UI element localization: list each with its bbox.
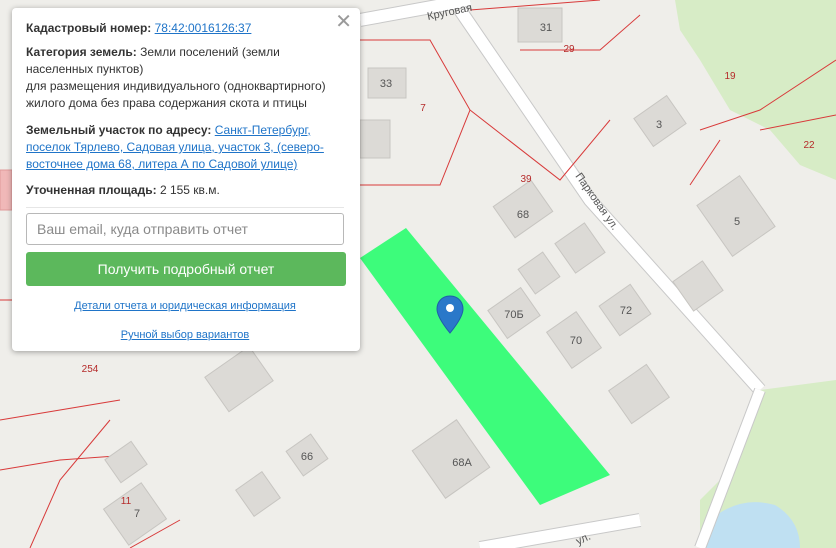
building-edge [0,169,13,211]
area-row: Уточненная площадь: 2 155 кв.м. [26,182,344,199]
building-label: 33 [380,78,392,90]
plot-label: 11 [121,496,132,507]
details-row: Детали отчета и юридическая информация [26,300,344,312]
parcel-info-popup: ✕ Кадастровый номер: 78:42:0016126:37 Ка… [12,8,360,351]
plot-label: 254 [82,364,99,375]
building-label: 31 [540,22,552,34]
building-label: 68 [517,209,529,221]
plot-label: 7 [420,103,426,114]
building-label: 3 [656,119,662,131]
cadastral-number-label: Кадастровый номер: [26,21,152,35]
cadastral-number-row: Кадастровый номер: 78:42:0016126:37 [26,20,344,37]
building-label: 72 [620,305,632,317]
cadastral-number-link[interactable]: 78:42:0016126:37 [155,21,252,35]
building-label: 70 [570,335,582,347]
land-category-label: Категория земель: [26,45,137,59]
land-category-row: Категория земель: Земли поселений (земли… [26,44,344,112]
report-details-link[interactable]: Детали отчета и юридическая информация [74,300,296,312]
land-category-value: жилого дома без права содержания скота и… [26,96,307,110]
building-label: 5 [734,216,740,228]
building-label: 68А [452,457,472,469]
building-label: 66 [301,451,313,463]
get-report-button[interactable]: Получить подробный отчет [26,252,346,286]
plot-label: 29 [563,44,575,55]
manual-selection-link[interactable]: Ручной выбор вариантов [121,329,249,341]
address-link[interactable]: поселок Тярлево, Садовая улица, участок … [26,140,324,154]
area-value: 2 155 кв.м. [159,183,220,197]
area-label: Уточненная площадь: [26,183,157,197]
plot-label: 22 [803,140,815,151]
plot-label: 19 [724,71,736,82]
email-input[interactable] [26,213,344,245]
divider [26,207,344,208]
building-label: 70Б [504,309,523,321]
land-category-value: Земли поселений (земли [140,45,280,59]
address-row: Земельный участок по адресу: Санкт-Петер… [26,122,344,173]
address-link[interactable]: восточнее дома 68, литера А по Садовой у… [26,157,297,171]
address-label: Земельный участок по адресу: [26,123,212,137]
address-link[interactable]: Санкт-Петербург, [215,123,311,137]
land-category-value: для размещения индивидуального (одноквар… [26,79,326,93]
manual-row: Ручной выбор вариантов [26,329,344,341]
plot-label: 39 [520,174,532,185]
land-category-value: населенных пунктов) [26,62,144,76]
building-label: 7 [134,508,140,520]
building-west [359,119,391,159]
